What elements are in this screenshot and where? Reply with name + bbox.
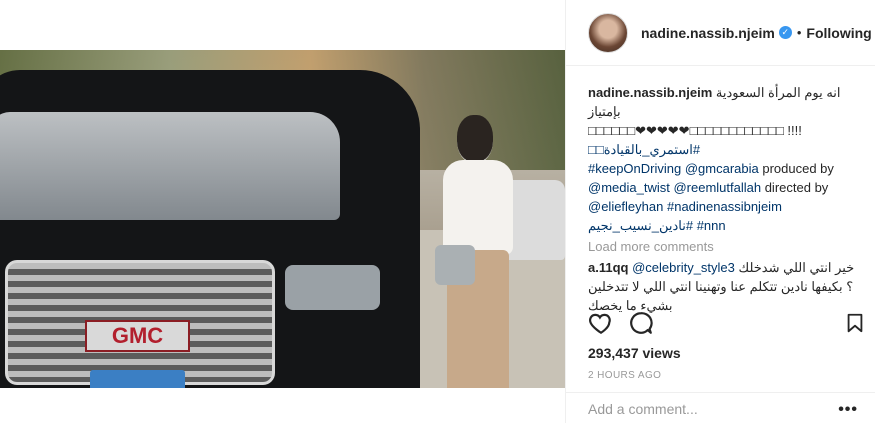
comments-list: nadine.nassib.njeim انه يوم المرأة السعو… (588, 83, 858, 315)
verified-badge-icon: ✓ (778, 26, 792, 39)
post-actions (588, 310, 863, 336)
more-options-icon[interactable]: ••• (838, 401, 858, 419)
avatar[interactable] (588, 12, 628, 53)
video-headlight (285, 265, 380, 310)
video-windshield (0, 112, 340, 220)
video-woman-shirt (443, 160, 513, 255)
video-woman (435, 115, 525, 388)
video-woman-head (457, 115, 493, 163)
add-comment-input[interactable] (588, 401, 828, 417)
hashtag-nadinenassibnjeim[interactable]: #nadinenassibnjeim (667, 199, 782, 214)
comment-bubble-icon[interactable] (628, 310, 654, 336)
video-license-plate (90, 370, 185, 388)
caption-directed-by: directed by (761, 180, 829, 195)
hashtag-keepondriving[interactable]: #keepOnDriving (588, 161, 681, 176)
post-caption: nadine.nassib.njeim انه يوم المرأة السعو… (588, 83, 858, 235)
caption-username[interactable]: nadine.nassib.njeim (588, 85, 712, 100)
post-side-panel: nadine.nassib.njeim ✓ • Following nadine… (565, 0, 875, 423)
bookmark-icon[interactable] (844, 310, 866, 336)
post-header: nadine.nassib.njeim ✓ • Following (566, 0, 875, 66)
comment-item: a.11qq @celebrity_style3 خير انتي اللي ش… (588, 258, 858, 315)
mention-eliefleyhan[interactable]: @eliefleyhan (588, 199, 663, 214)
load-more-comments-button[interactable]: Load more comments (588, 237, 858, 256)
post-media: GMC (0, 0, 565, 423)
header-separator: • (796, 25, 802, 40)
author-username[interactable]: nadine.nassib.njeim (641, 25, 775, 41)
video-player[interactable]: GMC (0, 50, 565, 388)
comment-username[interactable]: a.11qq (588, 260, 628, 275)
comment-mention[interactable]: @celebrity_style3 (632, 260, 735, 275)
hashtag-istamri[interactable]: #استمري_بالقيادة□□ (588, 142, 700, 157)
hashtag-nadine-arabic[interactable]: #نادين_نسيب_نجيم (588, 218, 693, 233)
mention-media-twist[interactable]: @media_twist (588, 180, 670, 195)
caption-emoji-line: □□□□□□❤❤❤❤❤□□□□□□□□□□□□ !!!! (588, 123, 802, 138)
mention-reemlutfallah[interactable]: @reemlutfallah (673, 180, 761, 195)
add-comment-bar: ••• (566, 392, 875, 423)
view-count[interactable]: 293,437 views (588, 345, 681, 361)
caption-produced-by: produced by (758, 161, 834, 176)
video-gmc-suv: GMC (0, 70, 420, 388)
following-button[interactable]: Following (806, 25, 871, 41)
gmc-logo: GMC (85, 320, 190, 352)
post-timestamp[interactable]: 2 HOURS AGO (588, 370, 661, 381)
video-woman-handbag (435, 245, 475, 285)
hashtag-nnn[interactable]: #nnn (697, 218, 726, 233)
mention-gmcarabia[interactable]: @gmcarabia (685, 161, 759, 176)
heart-icon[interactable] (588, 310, 614, 336)
